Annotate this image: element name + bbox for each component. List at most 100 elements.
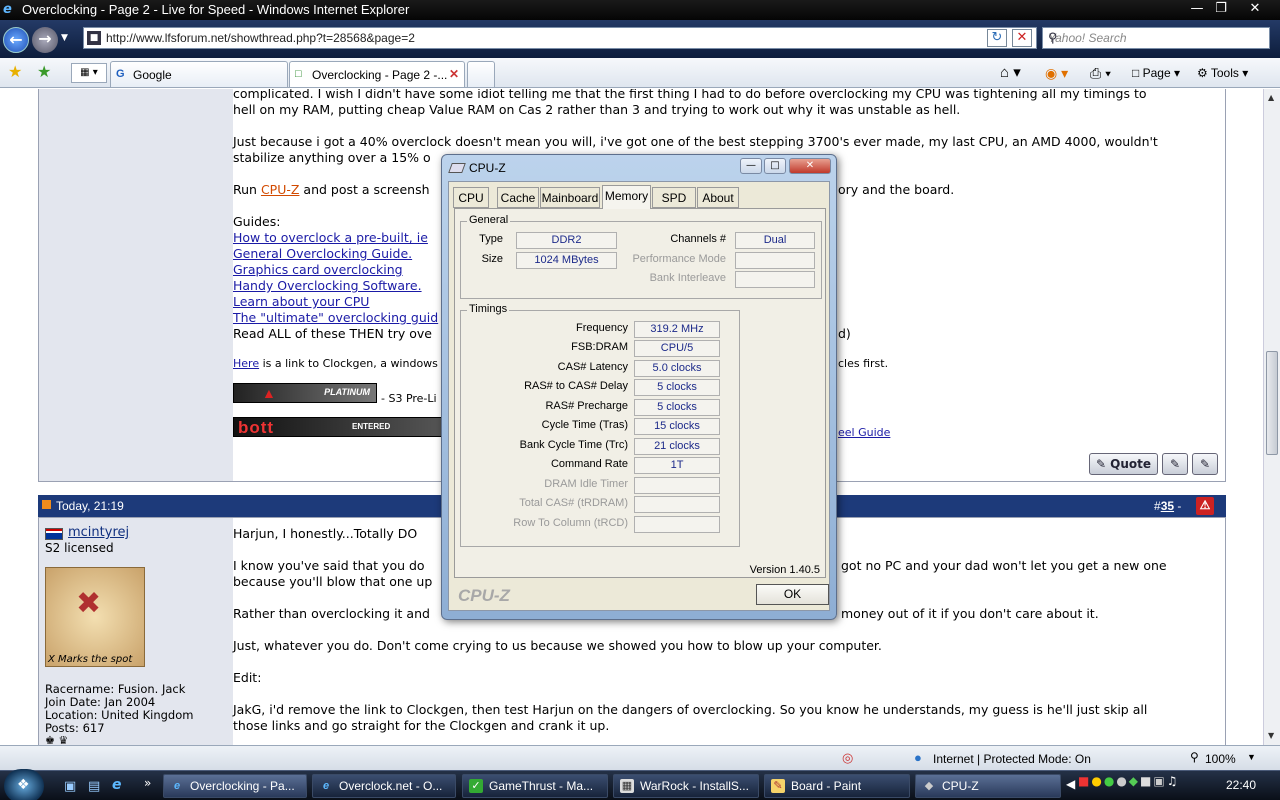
- add-favorite-icon[interactable]: ★: [37, 62, 51, 81]
- page-menu[interactable]: □ Page ▾: [1132, 62, 1180, 84]
- zoom-icon[interactable]: ⚲: [1190, 750, 1199, 764]
- signature-banner-bott[interactable]: bott ENTERED: [233, 417, 443, 437]
- taskbar-item-overclocking[interactable]: e Overclocking - Pa...: [163, 774, 307, 798]
- safely-remove-icon[interactable]: ■: [1140, 774, 1153, 788]
- scroll-thumb[interactable]: [1266, 351, 1278, 455]
- memory-panel: General Type DDR2 Size 1024 MBytes Chann…: [454, 208, 826, 578]
- taskbar-item-overclocknet[interactable]: e Overclock.net - O...: [312, 774, 456, 798]
- cpuz-body: CPU Cache Mainboard SPD About General Ty…: [448, 181, 830, 611]
- here-link[interactable]: Here: [233, 357, 259, 370]
- post-date: Today, 21:19: [56, 499, 124, 513]
- home-icon[interactable]: ⌂ ▾: [1000, 62, 1021, 84]
- tools-menu[interactable]: ⚙ Tools ▾: [1197, 62, 1248, 84]
- scroll-down-icon[interactable]: ▼: [1268, 731, 1274, 740]
- maximize-icon[interactable]: ❐: [1209, 0, 1233, 18]
- system-tray[interactable]: ■●●●◆■▣♫: [1078, 774, 1214, 798]
- tray-expand-icon[interactable]: ◀: [1066, 777, 1075, 791]
- tab-cache[interactable]: Cache: [497, 187, 539, 208]
- refresh-icon[interactable]: ↻: [987, 29, 1007, 47]
- taskbar-item-cpuz[interactable]: ◆ CPU-Z: [915, 774, 1061, 798]
- user-joindate: Join Date: Jan 2004: [45, 695, 156, 709]
- shield-icon[interactable]: ◆: [1129, 774, 1140, 788]
- vertical-scrollbar[interactable]: ▲ ▼: [1263, 89, 1280, 745]
- cpuz-close-icon[interactable]: ✕: [789, 158, 831, 174]
- tab-cpu[interactable]: CPU: [453, 187, 489, 208]
- guide-link[interactable]: General Overclocking Guide.: [233, 246, 412, 261]
- timing-label: Bank Cycle Time (Trc): [519, 439, 628, 451]
- minimize-icon[interactable]: —: [1185, 0, 1209, 18]
- username-link[interactable]: mcintyrej: [68, 525, 129, 540]
- quote-button[interactable]: ✎ Quote: [1089, 453, 1158, 475]
- globe-icon: ●: [914, 750, 922, 765]
- general-legend: General: [467, 214, 511, 226]
- ie-icon: e: [322, 780, 330, 792]
- clock[interactable]: 22:40: [1226, 778, 1256, 792]
- channels-label: Channels #: [670, 233, 726, 245]
- show-desktop-icon[interactable]: ▣: [64, 779, 76, 794]
- ati-icon[interactable]: ■: [1078, 774, 1091, 788]
- scroll-up-icon[interactable]: ▲: [1268, 93, 1274, 102]
- tray-app-icon[interactable]: ●: [1116, 774, 1128, 788]
- tab-about[interactable]: About: [697, 187, 739, 208]
- avatar-caption: X Marks the spot: [48, 654, 133, 665]
- cpuz-maximize-icon[interactable]: □: [764, 158, 786, 174]
- guide-link[interactable]: Learn about your CPU: [233, 294, 369, 309]
- tab-mainboard[interactable]: Mainboard: [540, 187, 600, 208]
- security-zone[interactable]: Internet | Protected Mode: On: [933, 752, 1091, 766]
- guide-link[interactable]: How to overclock a pre-built, ie: [233, 230, 428, 245]
- window-titlebar[interactable]: e Overclocking - Page 2 - Live for Speed…: [0, 0, 1280, 20]
- volume-icon[interactable]: ♫: [1167, 774, 1180, 788]
- search-icon[interactable]: ⚲: [1048, 30, 1263, 46]
- post-number[interactable]: #35 -: [1154, 499, 1181, 513]
- stop-icon[interactable]: ✕: [1012, 29, 1032, 47]
- favorites-star-icon[interactable]: ★: [8, 62, 22, 81]
- signature-banner-platinum[interactable]: PLATINUM ▲: [233, 383, 377, 403]
- post-text: got no PC and your dad won't let you get…: [841, 558, 1167, 573]
- close-tab-icon[interactable]: ✕: [449, 67, 459, 81]
- back-arrow-icon[interactable]: ←: [3, 27, 29, 53]
- guide-link[interactable]: Handy Overclocking Software.: [233, 278, 422, 293]
- taskbar-item-paint[interactable]: ✎ Board - Paint: [764, 774, 910, 798]
- history-dropdown-icon[interactable]: ▼: [61, 33, 68, 43]
- zoom-level[interactable]: 100%: [1205, 752, 1236, 766]
- close-icon[interactable]: ✕: [1243, 0, 1267, 18]
- taskbar-label: Overclock.net - O...: [339, 779, 443, 793]
- start-button[interactable]: ❖: [4, 769, 44, 800]
- timing-label: Command Rate: [550, 458, 628, 470]
- tab-overclocking[interactable]: □ Overclocking - Page 2 -... ✕: [289, 61, 465, 87]
- tab-spd[interactable]: SPD: [652, 187, 696, 208]
- tray-app-icon[interactable]: ●: [1104, 774, 1116, 788]
- ie-quicklaunch-icon[interactable]: e: [112, 777, 122, 793]
- taskbar-item-warrock[interactable]: ▦ WarRock - InstallS...: [613, 774, 759, 798]
- edit-icon[interactable]: ✎: [1192, 453, 1218, 475]
- quick-tabs-icon[interactable]: ▦ ▾: [71, 63, 107, 83]
- search-input[interactable]: Yahoo! Search ⚲: [1042, 27, 1270, 49]
- guide-link[interactable]: The "ultimate" overclocking guid: [233, 310, 438, 325]
- timing-value: [634, 496, 720, 513]
- cpuz-link[interactable]: CPU-Z: [261, 182, 300, 197]
- cpuz-window[interactable]: CPU-Z — □ ✕ CPU Cache Mainboard SPD Abou…: [441, 154, 837, 620]
- switch-windows-icon[interactable]: ▤: [88, 779, 100, 794]
- quicklaunch-more-icon[interactable]: »: [144, 776, 151, 790]
- zoom-dropdown-icon[interactable]: ▼: [1247, 752, 1256, 762]
- tab-memory[interactable]: Memory: [602, 185, 651, 209]
- feeds-icon[interactable]: ◉ ▾: [1045, 62, 1068, 84]
- report-post-icon[interactable]: ⚠: [1196, 497, 1214, 515]
- ok-button[interactable]: OK: [756, 584, 829, 605]
- forward-arrow-icon[interactable]: →: [32, 27, 58, 53]
- post-text: cles first.: [838, 357, 889, 370]
- taskbar-item-gamethrust[interactable]: ✓ GameThrust - Ma...: [462, 774, 608, 798]
- new-tab-button[interactable]: [467, 61, 495, 87]
- multiquote-icon[interactable]: ✎: [1162, 453, 1188, 475]
- page-menu-label: Page: [1142, 66, 1171, 80]
- address-field[interactable]: ■ http://www.lfsforum.net/showthread.php…: [83, 27, 1037, 49]
- guide-link[interactable]: Graphics card overclocking: [233, 262, 403, 277]
- popup-blocker-icon[interactable]: ◎: [842, 750, 853, 766]
- tab-google[interactable]: G Google: [110, 61, 288, 87]
- tray-app-icon[interactable]: ●: [1091, 774, 1103, 788]
- navigation-bar: ← → ▼ ■ http://www.lfsforum.net/showthre…: [0, 20, 1280, 58]
- print-icon[interactable]: ⎙ ▾: [1090, 62, 1111, 84]
- network-icon[interactable]: ▣: [1153, 774, 1166, 788]
- cpuz-minimize-icon[interactable]: —: [740, 158, 762, 174]
- guide-link[interactable]: eel Guide: [838, 426, 890, 439]
